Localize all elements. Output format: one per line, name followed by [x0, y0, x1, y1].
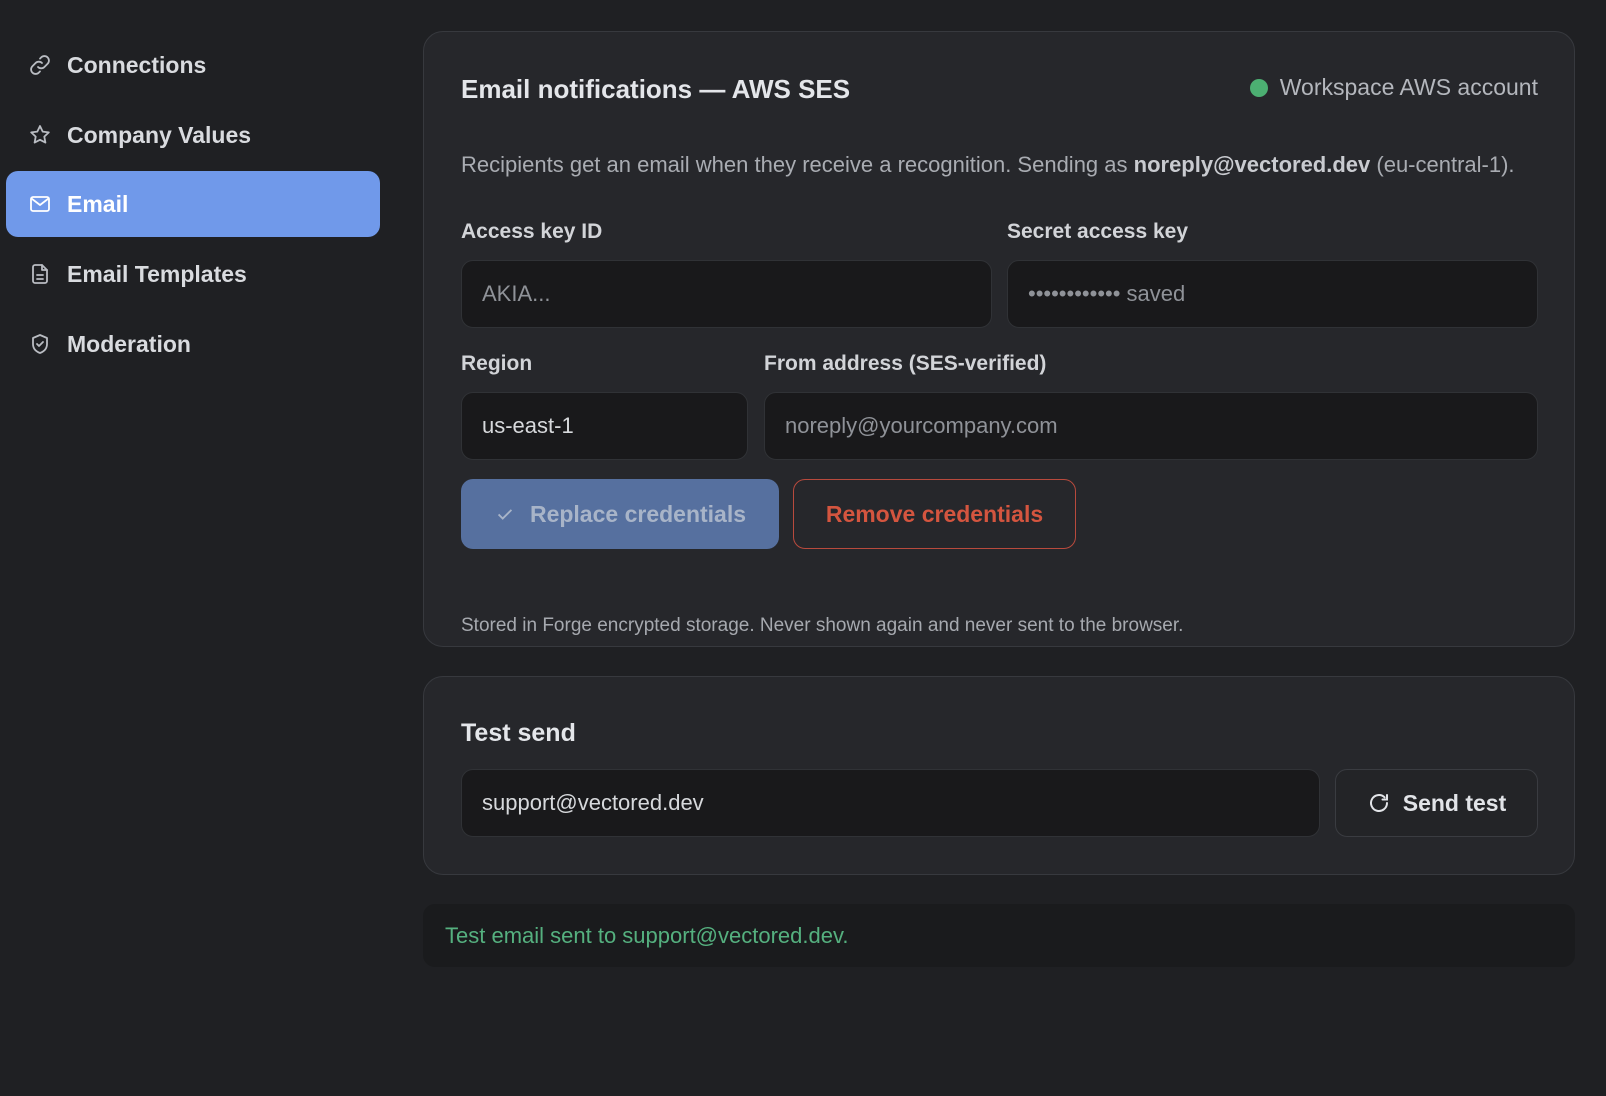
sidebar-item-label: Moderation [67, 330, 191, 357]
check-icon [497, 509, 513, 520]
region-input[interactable]: us-east-1 [461, 392, 748, 460]
description-suffix: (eu-central-1). [1370, 152, 1515, 177]
status-badge: Workspace AWS account [1249, 74, 1538, 101]
replace-credentials-label: Replace credentials [529, 500, 747, 527]
replace-credentials-button[interactable]: Replace credentials [461, 479, 779, 549]
access-key-input[interactable]: AKIA... [461, 260, 992, 328]
mail-icon [27, 191, 53, 217]
send-test-label: Send test [1402, 789, 1507, 816]
from-address-label: From address (SES-verified) [764, 352, 1047, 375]
remove-credentials-label: Remove credentials [825, 500, 1044, 527]
description-prefix: Recipients get an email when they receiv… [461, 152, 1134, 177]
sidebar: Connections Company Values Email Email T… [0, 0, 392, 1096]
shield-icon [27, 331, 53, 357]
sidebar-item-email-templates[interactable]: Email Templates [6, 241, 380, 307]
secret-key-label: Secret access key [1007, 220, 1188, 243]
sidebar-item-label: Email [67, 190, 129, 217]
card-title: Email notifications — AWS SES [461, 74, 851, 104]
region-label: Region [461, 352, 533, 375]
sidebar-item-connections[interactable]: Connections [6, 32, 380, 98]
secret-key-input[interactable]: •••••••••••• saved [1007, 260, 1538, 328]
from-address-input[interactable]: noreply@yourcompany.com [764, 392, 1538, 460]
star-icon [27, 122, 53, 148]
sidebar-item-moderation[interactable]: Moderation [6, 311, 380, 377]
storage-note: Stored in Forge encrypted storage. Never… [461, 615, 1184, 636]
access-key-label: Access key ID [461, 220, 603, 243]
status-dot [1249, 78, 1268, 97]
ses-settings-card: Email notifications — AWS SES Workspace … [423, 31, 1575, 647]
status-label: Workspace AWS account [1279, 74, 1538, 100]
sender-email: noreply@vectored.dev [1133, 152, 1371, 177]
refresh-icon [1369, 794, 1388, 812]
sidebar-item-label: Company Values [67, 121, 252, 148]
test-send-title: Test send [461, 719, 576, 747]
sidebar-item-company-values[interactable]: Company Values [6, 102, 380, 168]
card-description: Recipients get an email when they receiv… [461, 147, 1541, 182]
remove-credentials-button[interactable]: Remove credentials [793, 479, 1076, 549]
sidebar-item-email[interactable]: Email [6, 171, 380, 237]
document-icon [27, 261, 53, 287]
test-email-input[interactable]: support@vectored.dev [461, 769, 1320, 837]
success-message: Test email sent to support@vectored.dev. [423, 904, 1575, 967]
sidebar-item-label: Email Templates [67, 260, 247, 287]
sidebar-item-label: Connections [67, 51, 207, 78]
test-send-card: Test send support@vectored.dev Send test [423, 676, 1575, 875]
send-test-button[interactable]: Send test [1335, 769, 1538, 837]
link-icon [27, 52, 53, 78]
